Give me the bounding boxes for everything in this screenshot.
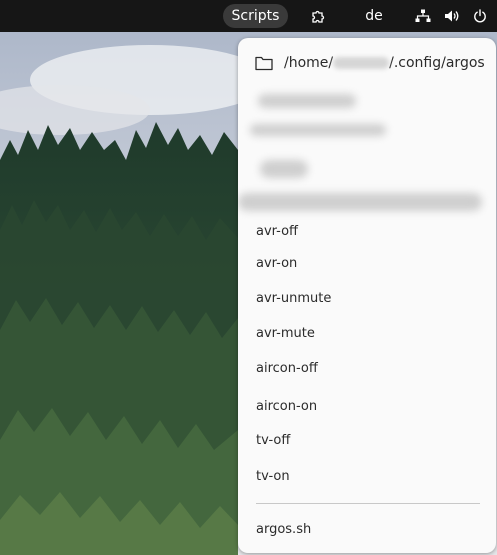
redacted-item <box>258 94 356 108</box>
menu-item-avr-unmute[interactable]: avr-unmute <box>238 285 496 313</box>
top-panel: Scripts de <box>0 0 497 32</box>
folder-icon <box>255 56 273 71</box>
scripts-button[interactable]: Scripts <box>223 4 288 28</box>
network-button[interactable] <box>413 4 433 28</box>
menu-item-avr-mute[interactable]: avr-mute <box>238 320 496 348</box>
redacted-item <box>250 124 386 136</box>
menu-item-avr-on[interactable]: avr-on <box>238 250 496 278</box>
keyboard-language-button[interactable]: de <box>362 4 386 28</box>
extensions-button[interactable] <box>308 4 330 28</box>
redacted-item <box>260 160 308 178</box>
menu-item-argos-sh[interactable]: argos.sh <box>238 516 496 544</box>
config-path-label: /home/ /.config/argos <box>284 54 485 72</box>
config-folder-item[interactable]: /home/ /.config/argos <box>238 48 496 78</box>
volume-icon <box>445 10 459 22</box>
desktop: Scripts de /home/ /.config/argos avr-off… <box>0 0 497 555</box>
volume-button[interactable] <box>441 4 463 28</box>
menu-item-tv-off[interactable]: tv-off <box>238 427 496 455</box>
redacted-item <box>238 193 482 211</box>
menu-item-tv-on[interactable]: tv-on <box>238 463 496 491</box>
scripts-menu: /home/ /.config/argos avr-off avr-on avr-… <box>238 38 496 553</box>
menu-item-aircon-on[interactable]: aircon-on <box>238 393 496 421</box>
config-path-prefix: /home/ <box>284 55 334 71</box>
power-button[interactable] <box>470 4 490 28</box>
config-path-suffix: /.config/argos <box>389 55 485 71</box>
extensions-icon <box>312 10 325 23</box>
power-icon <box>474 9 486 23</box>
menu-separator <box>256 503 480 504</box>
menu-item-aircon-off[interactable]: aircon-off <box>238 355 496 383</box>
redacted-username <box>333 57 390 69</box>
menu-item-avr-off[interactable]: avr-off <box>238 218 496 246</box>
network-icon <box>415 9 431 22</box>
